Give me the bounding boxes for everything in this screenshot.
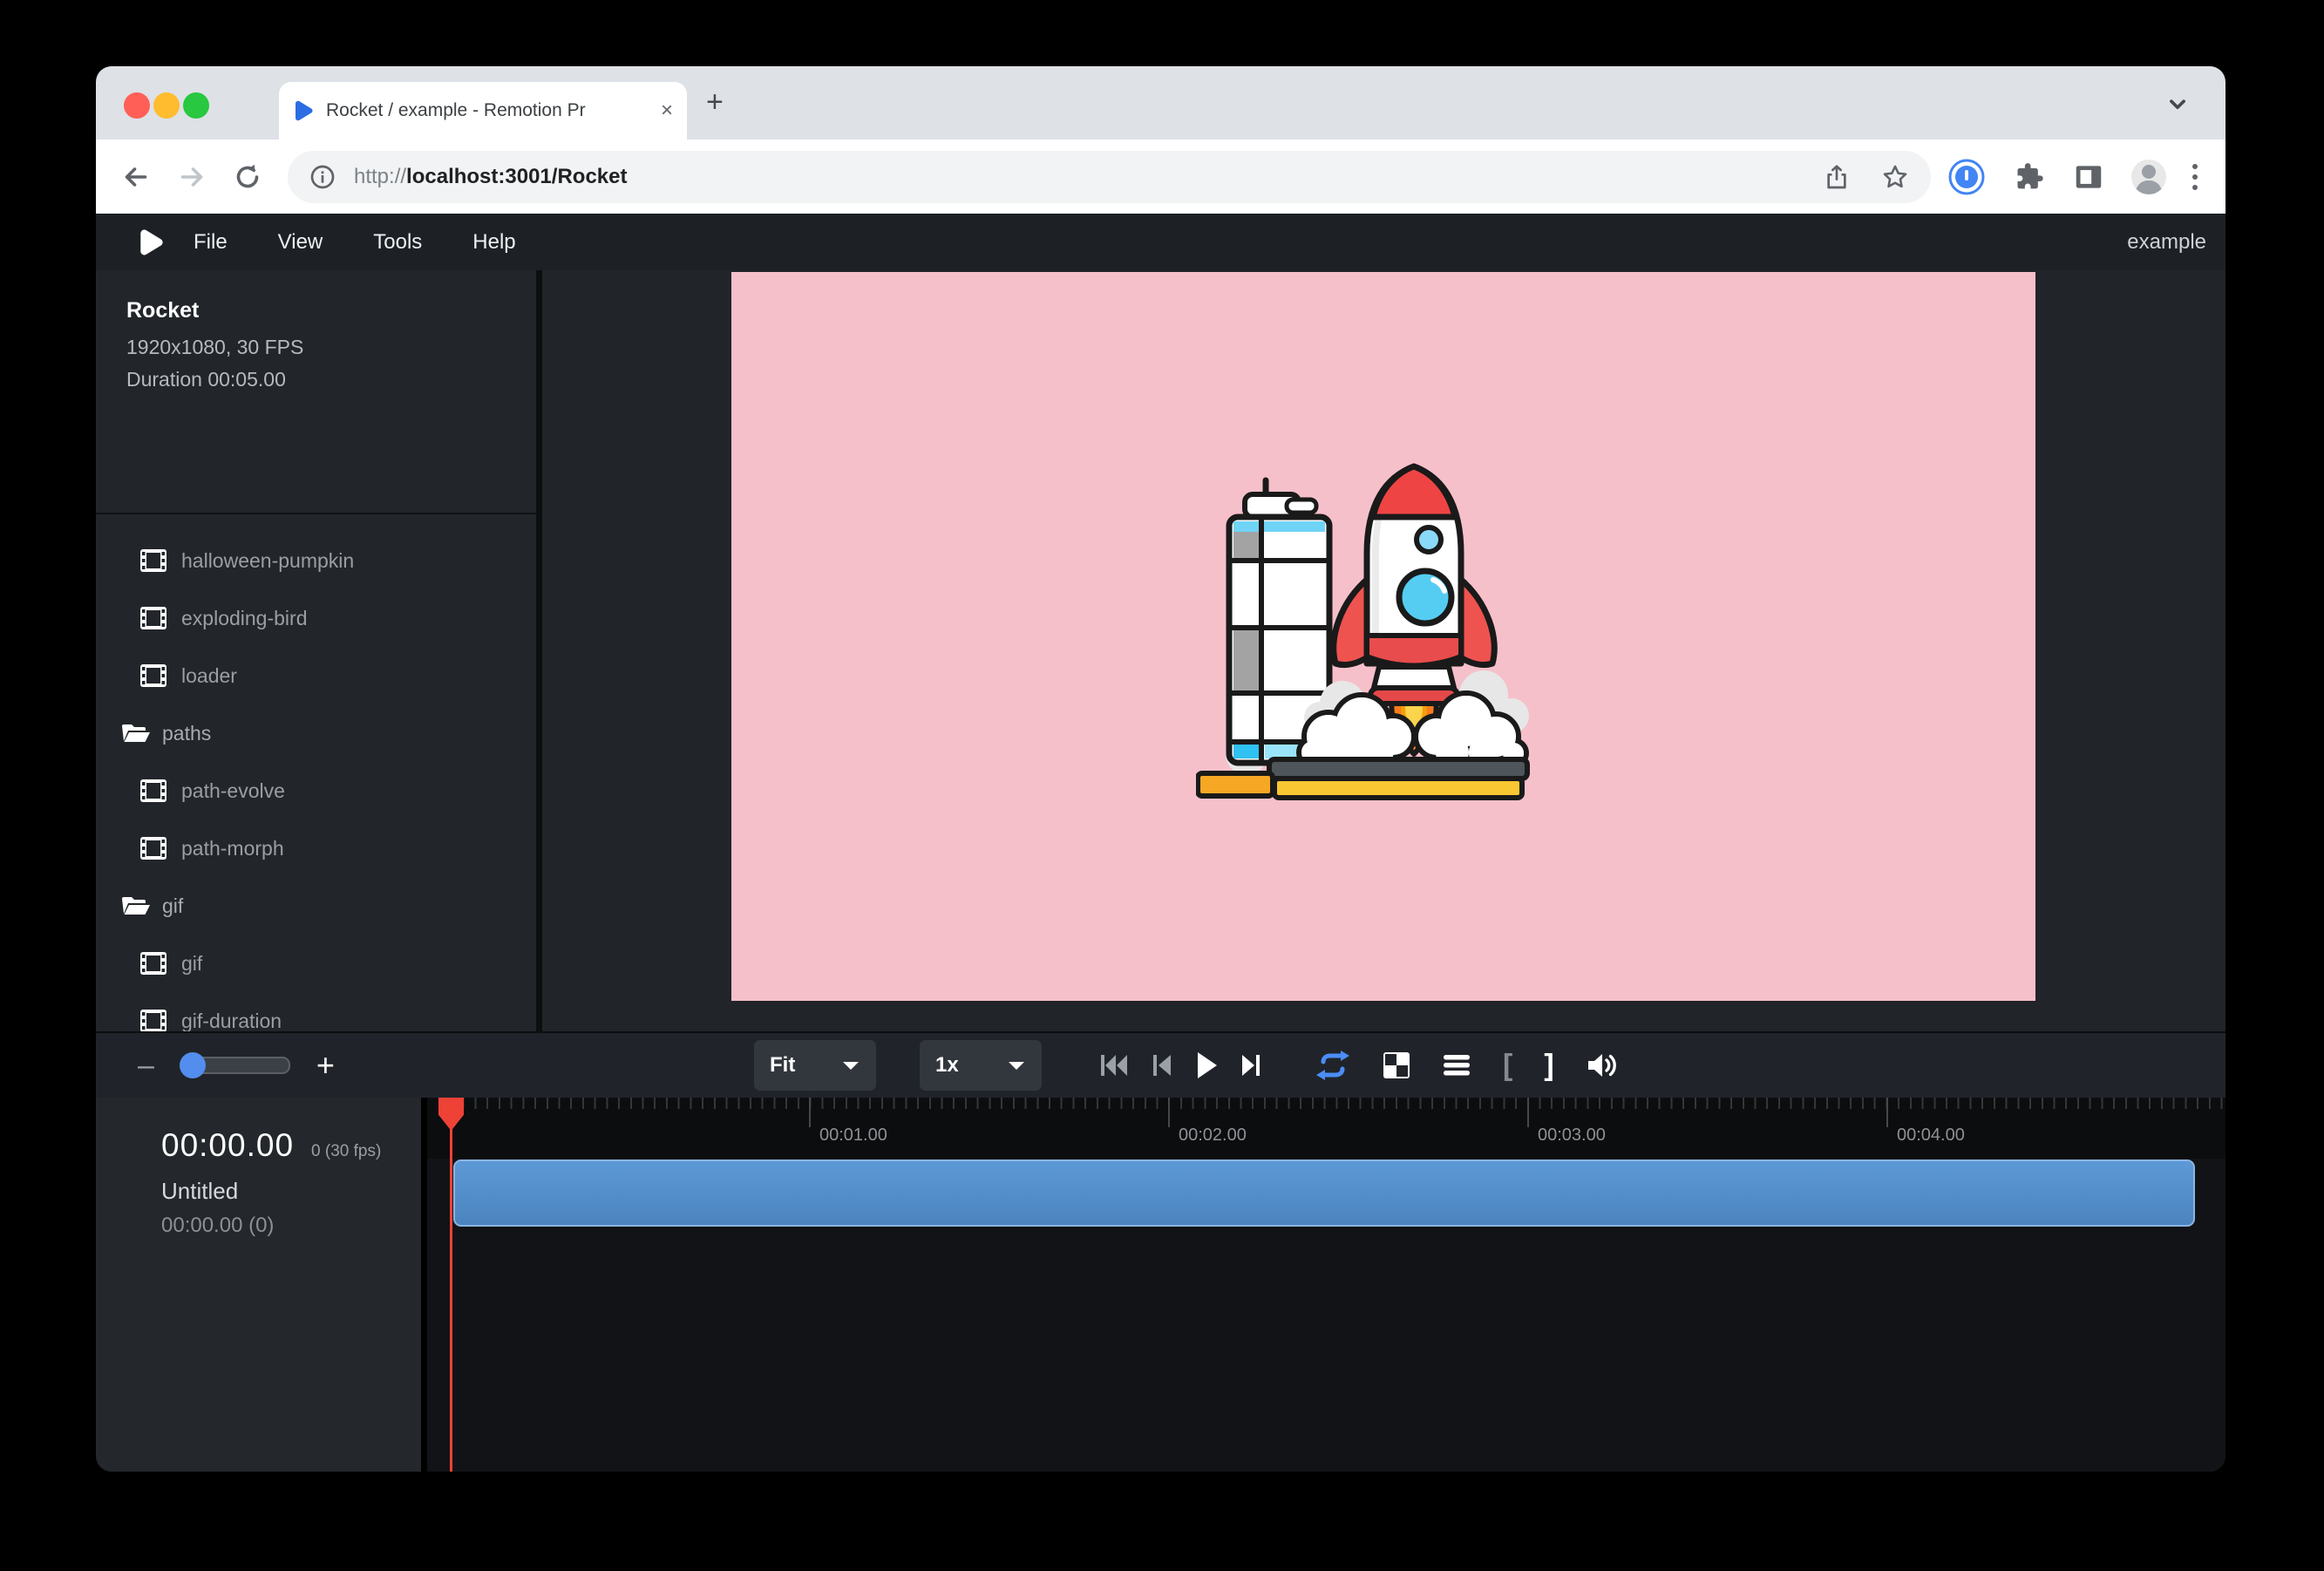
site-info-icon[interactable] [309,163,336,191]
browser-menu-icon[interactable] [2192,164,2198,190]
second-tick [809,1098,811,1127]
ruler-label: 00:04.00 [1897,1126,1965,1146]
ruler-label: 00:02.00 [1179,1126,1247,1146]
share-icon[interactable] [1823,162,1851,192]
current-timecode: 00:00.00 [161,1127,294,1164]
open-folder-icon [120,894,152,918]
chevron-down-icon [1007,1059,1026,1071]
tab-title: Rocket / example - Remotion Pr [326,100,640,121]
player-toolbar: – + Fit 1x [96,1031,2225,1098]
bookmark-star-icon[interactable] [1880,162,1910,192]
rocket-illustration [1196,449,1571,824]
second-tick [1886,1098,1888,1127]
minimize-window-button[interactable] [153,92,180,119]
current-frame-fps: 0 (30 fps) [311,1142,381,1161]
remotion-menubar: File View Tools Help example [96,214,2225,270]
film-icon [138,1009,169,1033]
sidebar-folder-paths[interactable]: paths [96,704,536,762]
volume-icon[interactable] [1586,1051,1619,1080]
close-window-button[interactable] [124,92,150,119]
film-icon [138,663,169,688]
menu-view[interactable]: View [278,230,323,255]
track-start-time: 00:00.00 (0) [161,1214,421,1238]
composition-duration: Duration 00:05.00 [126,368,536,391]
play-icon[interactable] [1194,1051,1219,1080]
ruler-label: 00:03.00 [1538,1126,1606,1146]
sidebar-item-path-morph[interactable]: path-morph [96,820,536,877]
playhead-line[interactable] [450,1098,452,1472]
forward-icon[interactable] [176,161,207,193]
sidebar-item-exploding-bird[interactable]: exploding-bird [96,589,536,647]
transparency-checkerboard-icon[interactable] [1383,1051,1410,1079]
second-tick [1168,1098,1170,1127]
film-icon [138,606,169,630]
menu-tools[interactable]: Tools [373,230,422,255]
sidebar-item-path-evolve[interactable]: path-evolve [96,762,536,820]
film-icon [138,951,169,976]
loop-icon[interactable] [1315,1050,1351,1081]
divider [96,513,536,514]
sidebar-folder-gif[interactable]: gif [96,877,536,935]
project-name-label: example [2127,230,2206,255]
chevron-down-icon [841,1059,860,1071]
sidebar-item-halloween-pumpkin[interactable]: halloween-pumpkin [96,532,536,589]
composition-resolution: 1920x1080, 30 FPS [126,336,536,359]
new-tab-button[interactable]: + [706,85,724,119]
zoom-slider[interactable] [180,1057,290,1074]
onepassword-icon[interactable] [1948,159,1985,195]
film-icon [138,836,169,860]
frame-ticks [451,1098,2225,1109]
timeline-panel: 00:00.00 0 (30 fps) Untitled 00:00.00 (0… [96,1098,2225,1472]
back-icon[interactable] [120,161,152,193]
timeline-rows-icon[interactable] [1442,1052,1471,1078]
sidebar-item-loader[interactable]: loader [96,647,536,704]
profile-avatar[interactable] [2131,160,2166,194]
next-frame-icon[interactable] [1240,1051,1262,1079]
open-folder-icon [120,721,152,745]
sidebar-item-gif[interactable]: gif [96,935,536,992]
composition-name: Rocket [126,298,536,323]
url-text: http://localhost:3001/Rocket [354,165,627,189]
compositions-sidebar: Rocket 1920x1080, 30 FPS Duration 00:05.… [96,270,542,1031]
playback-speed-dropdown[interactable]: 1x [920,1040,1042,1091]
composition-list: halloween-pumpkin exploding-bird loader … [96,532,536,1107]
canvas-size-dropdown[interactable]: Fit [754,1040,876,1091]
zoom-in-button[interactable]: + [316,1047,335,1084]
out-point-bracket-icon[interactable]: ] [1544,1049,1553,1083]
extensions-puzzle-icon[interactable] [2011,160,2046,194]
remotion-favicon [293,99,314,122]
reload-icon[interactable] [232,161,263,193]
timeline-track-area[interactable]: 00:01.00 00:02.00 00:03.00 00:04.00 [427,1098,2225,1472]
film-icon [138,548,169,573]
zoom-out-button[interactable]: – [138,1049,154,1083]
ruler-label: 00:01.00 [819,1126,887,1146]
browser-tab[interactable]: Rocket / example - Remotion Pr × [279,82,687,139]
previous-frame-icon[interactable] [1151,1051,1173,1079]
timeline-ruler[interactable]: 00:01.00 00:02.00 00:03.00 00:04.00 [427,1098,2225,1159]
second-tick [1527,1098,1529,1127]
sidepanel-icon[interactable] [2072,160,2105,194]
remotion-logo-icon[interactable] [138,229,164,255]
address-bar[interactable]: http://localhost:3001/Rocket [288,151,1931,203]
skip-to-start-icon[interactable] [1098,1051,1130,1079]
tab-strip: Rocket / example - Remotion Pr × + [96,66,2225,139]
menu-file[interactable]: File [194,230,228,255]
chevron-down-icon[interactable] [2163,89,2192,119]
browser-window: Rocket / example - Remotion Pr × + http:… [96,66,2225,1472]
track-name: Untitled [161,1178,421,1205]
timeline-sequence-bar[interactable] [453,1160,2195,1227]
browser-toolbar: http://localhost:3001/Rocket [96,139,2225,214]
tab-close-icon[interactable]: × [661,100,673,121]
zoom-slider-thumb[interactable] [180,1052,206,1078]
in-point-bracket-icon[interactable]: [ [1503,1049,1512,1083]
film-icon [138,779,169,803]
menu-help[interactable]: Help [472,230,515,255]
fullscreen-window-button[interactable] [183,92,209,119]
timeline-info-panel: 00:00.00 0 (30 fps) Untitled 00:00.00 (0… [96,1098,427,1472]
video-canvas[interactable] [731,272,2035,1001]
preview-area [542,270,2225,1031]
